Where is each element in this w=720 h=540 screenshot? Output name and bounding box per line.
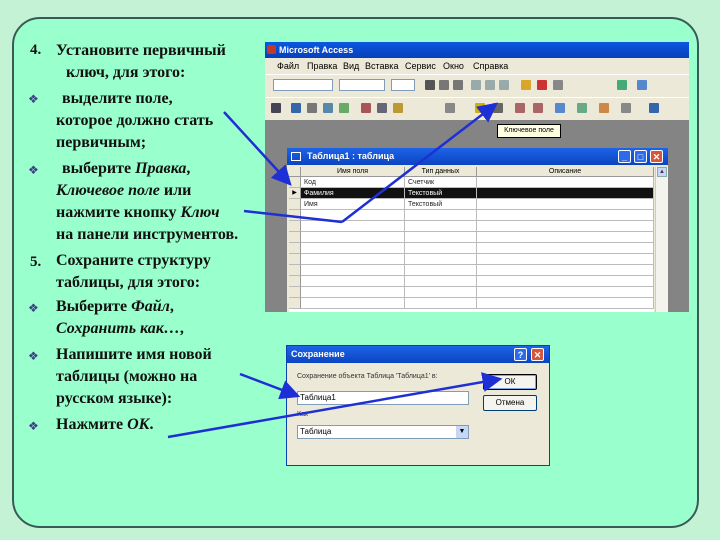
pointer-arrows xyxy=(167,102,503,439)
arrow-to-key-button xyxy=(341,102,498,223)
arrow-key-segment xyxy=(243,209,343,224)
arrow-to-ok xyxy=(167,372,503,439)
arrow-to-name-input xyxy=(239,372,301,400)
arrow-to-field xyxy=(223,111,292,186)
